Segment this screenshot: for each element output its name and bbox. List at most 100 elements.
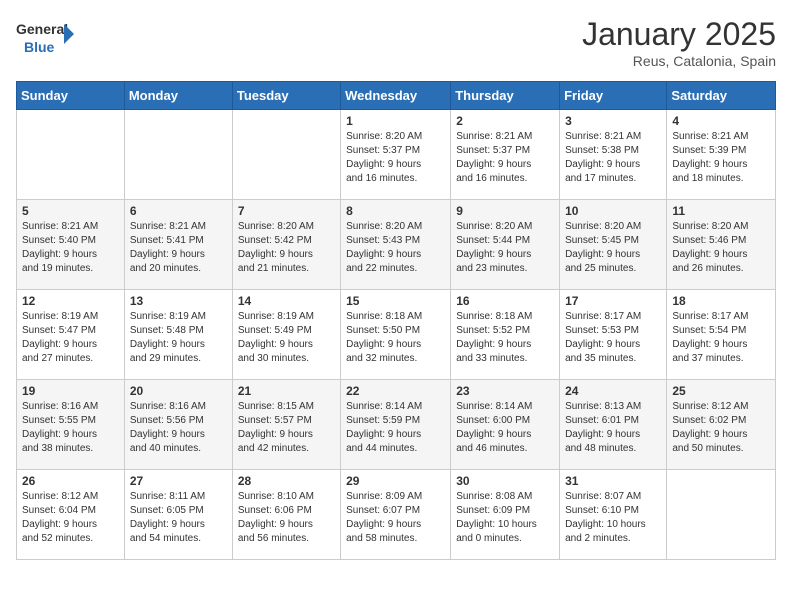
day-number: 14	[238, 294, 335, 308]
day-info: Sunrise: 8:12 AM Sunset: 6:02 PM Dayligh…	[672, 400, 770, 456]
calendar-cell: 27 Sunrise: 8:11 AM Sunset: 6:05 PM Dayli…	[124, 470, 232, 560]
day-number: 1	[346, 114, 445, 128]
week-row-3: 12 Sunrise: 8:19 AM Sunset: 5:47 PM Dayli…	[17, 290, 776, 380]
calendar-cell: 13Sunrise: 8:19 AM Sunset: 5:48 PM Dayli…	[124, 290, 232, 380]
day-number: 26	[22, 474, 119, 488]
day-info: Sunrise: 8:15 AM Sunset: 5:57 PM Dayligh…	[238, 400, 335, 456]
weekday-header-sunday: Sunday	[17, 82, 125, 110]
day-number: 16	[456, 294, 554, 308]
weekday-header-tuesday: Tuesday	[232, 82, 340, 110]
day-number: 22	[346, 384, 445, 398]
day-info: Sunrise: 8:07 AM Sunset: 6:10 PM Dayligh…	[565, 490, 661, 546]
calendar-cell	[124, 110, 232, 200]
calendar-cell: 14 Sunrise: 8:19 AM Sunset: 5:49 PM Dayli…	[232, 290, 340, 380]
day-info: Sunrise: 8:10 AM Sunset: 6:06 PM Dayligh…	[238, 490, 335, 546]
day-info: Sunrise: 8:13 AM Sunset: 6:01 PM Dayligh…	[565, 400, 661, 456]
day-info: Sunrise: 8:18 AM Sunset: 5:52 PM Dayligh…	[456, 310, 554, 366]
svg-text:General: General	[16, 21, 68, 37]
weekday-header-row: SundayMondayTuesdayWednesdayThursdayFrid…	[17, 82, 776, 110]
day-info: Sunrise: 8:20 AM Sunset: 5:46 PM Dayligh…	[672, 220, 770, 276]
day-number: 2	[456, 114, 554, 128]
calendar-cell: 28 Sunrise: 8:10 AM Sunset: 6:06 PM Dayli…	[232, 470, 340, 560]
day-info: Sunrise: 8:12 AM Sunset: 6:04 PM Dayligh…	[22, 490, 119, 546]
calendar-cell: 12 Sunrise: 8:19 AM Sunset: 5:47 PM Dayli…	[17, 290, 125, 380]
day-info: Sunrise: 8:16 AM Sunset: 5:55 PM Dayligh…	[22, 400, 119, 456]
calendar-cell: 20Sunrise: 8:16 AM Sunset: 5:56 PM Dayli…	[124, 380, 232, 470]
calendar-cell: 16 Sunrise: 8:18 AM Sunset: 5:52 PM Dayli…	[451, 290, 560, 380]
day-info: Sunrise: 8:11 AM Sunset: 6:05 PM Dayligh…	[130, 490, 227, 546]
calendar-cell: 3Sunrise: 8:21 AM Sunset: 5:38 PM Daylig…	[560, 110, 667, 200]
day-number: 5	[22, 204, 119, 218]
location-title: Reus, Catalonia, Spain	[582, 53, 776, 69]
calendar-cell: 24Sunrise: 8:13 AM Sunset: 6:01 PM Dayli…	[560, 380, 667, 470]
day-info: Sunrise: 8:19 AM Sunset: 5:47 PM Dayligh…	[22, 310, 119, 366]
calendar-cell: 5Sunrise: 8:21 AM Sunset: 5:40 PM Daylig…	[17, 200, 125, 290]
calendar-cell: 2 Sunrise: 8:21 AM Sunset: 5:37 PM Daylig…	[451, 110, 560, 200]
day-number: 15	[346, 294, 445, 308]
weekday-header-monday: Monday	[124, 82, 232, 110]
calendar-cell: 22Sunrise: 8:14 AM Sunset: 5:59 PM Dayli…	[341, 380, 451, 470]
day-number: 28	[238, 474, 335, 488]
calendar-cell: 26 Sunrise: 8:12 AM Sunset: 6:04 PM Dayli…	[17, 470, 125, 560]
calendar-cell: 1 Sunrise: 8:20 AM Sunset: 5:37 PM Daylig…	[341, 110, 451, 200]
day-number: 12	[22, 294, 119, 308]
calendar-cell: 25 Sunrise: 8:12 AM Sunset: 6:02 PM Dayli…	[667, 380, 776, 470]
day-info: Sunrise: 8:20 AM Sunset: 5:37 PM Dayligh…	[346, 130, 445, 186]
day-info: Sunrise: 8:20 AM Sunset: 5:43 PM Dayligh…	[346, 220, 445, 276]
calendar-cell: 6Sunrise: 8:21 AM Sunset: 5:41 PM Daylig…	[124, 200, 232, 290]
day-info: Sunrise: 8:14 AM Sunset: 6:00 PM Dayligh…	[456, 400, 554, 456]
day-number: 29	[346, 474, 445, 488]
day-info: Sunrise: 8:09 AM Sunset: 6:07 PM Dayligh…	[346, 490, 445, 546]
calendar-cell: 31 Sunrise: 8:07 AM Sunset: 6:10 PM Dayli…	[560, 470, 667, 560]
week-row-2: 5Sunrise: 8:21 AM Sunset: 5:40 PM Daylig…	[17, 200, 776, 290]
day-info: Sunrise: 8:17 AM Sunset: 5:54 PM Dayligh…	[672, 310, 770, 366]
calendar-cell: 11 Sunrise: 8:20 AM Sunset: 5:46 PM Dayli…	[667, 200, 776, 290]
day-number: 20	[130, 384, 227, 398]
day-info: Sunrise: 8:19 AM Sunset: 5:49 PM Dayligh…	[238, 310, 335, 366]
day-number: 18	[672, 294, 770, 308]
week-row-1: 1 Sunrise: 8:20 AM Sunset: 5:37 PM Daylig…	[17, 110, 776, 200]
day-info: Sunrise: 8:21 AM Sunset: 5:38 PM Dayligh…	[565, 130, 661, 186]
day-number: 10	[565, 204, 661, 218]
calendar-cell	[17, 110, 125, 200]
calendar-cell: 21Sunrise: 8:15 AM Sunset: 5:57 PM Dayli…	[232, 380, 340, 470]
day-info: Sunrise: 8:21 AM Sunset: 5:37 PM Dayligh…	[456, 130, 554, 186]
month-title: January 2025	[582, 16, 776, 53]
calendar-cell	[232, 110, 340, 200]
day-number: 13	[130, 294, 227, 308]
day-number: 23	[456, 384, 554, 398]
calendar-cell: 15 Sunrise: 8:18 AM Sunset: 5:50 PM Dayli…	[341, 290, 451, 380]
day-info: Sunrise: 8:18 AM Sunset: 5:50 PM Dayligh…	[346, 310, 445, 366]
day-number: 25	[672, 384, 770, 398]
calendar-cell: 7Sunrise: 8:20 AM Sunset: 5:42 PM Daylig…	[232, 200, 340, 290]
day-number: 9	[456, 204, 554, 218]
calendar-cell: 30Sunrise: 8:08 AM Sunset: 6:09 PM Dayli…	[451, 470, 560, 560]
weekday-header-thursday: Thursday	[451, 82, 560, 110]
day-number: 11	[672, 204, 770, 218]
day-number: 27	[130, 474, 227, 488]
weekday-header-saturday: Saturday	[667, 82, 776, 110]
logo-svg: General Blue	[16, 16, 76, 56]
page-header: General Blue January 2025 Reus, Catalonia…	[16, 16, 776, 69]
week-row-5: 26 Sunrise: 8:12 AM Sunset: 6:04 PM Dayli…	[17, 470, 776, 560]
calendar-cell: 9 Sunrise: 8:20 AM Sunset: 5:44 PM Daylig…	[451, 200, 560, 290]
title-block: January 2025 Reus, Catalonia, Spain	[582, 16, 776, 69]
calendar-cell: 4Sunrise: 8:21 AM Sunset: 5:39 PM Daylig…	[667, 110, 776, 200]
day-info: Sunrise: 8:20 AM Sunset: 5:44 PM Dayligh…	[456, 220, 554, 276]
calendar-cell: 29 Sunrise: 8:09 AM Sunset: 6:07 PM Dayli…	[341, 470, 451, 560]
calendar-cell: 18 Sunrise: 8:17 AM Sunset: 5:54 PM Dayli…	[667, 290, 776, 380]
day-number: 8	[346, 204, 445, 218]
calendar-cell: 10 Sunrise: 8:20 AM Sunset: 5:45 PM Dayli…	[560, 200, 667, 290]
day-info: Sunrise: 8:20 AM Sunset: 5:45 PM Dayligh…	[565, 220, 661, 276]
svg-text:Blue: Blue	[24, 39, 55, 55]
day-number: 17	[565, 294, 661, 308]
day-info: Sunrise: 8:21 AM Sunset: 5:41 PM Dayligh…	[130, 220, 227, 276]
weekday-header-friday: Friday	[560, 82, 667, 110]
week-row-4: 19Sunrise: 8:16 AM Sunset: 5:55 PM Dayli…	[17, 380, 776, 470]
calendar-cell	[667, 470, 776, 560]
day-info: Sunrise: 8:08 AM Sunset: 6:09 PM Dayligh…	[456, 490, 554, 546]
calendar-cell: 23 Sunrise: 8:14 AM Sunset: 6:00 PM Dayli…	[451, 380, 560, 470]
day-info: Sunrise: 8:17 AM Sunset: 5:53 PM Dayligh…	[565, 310, 661, 366]
day-number: 31	[565, 474, 661, 488]
day-number: 4	[672, 114, 770, 128]
